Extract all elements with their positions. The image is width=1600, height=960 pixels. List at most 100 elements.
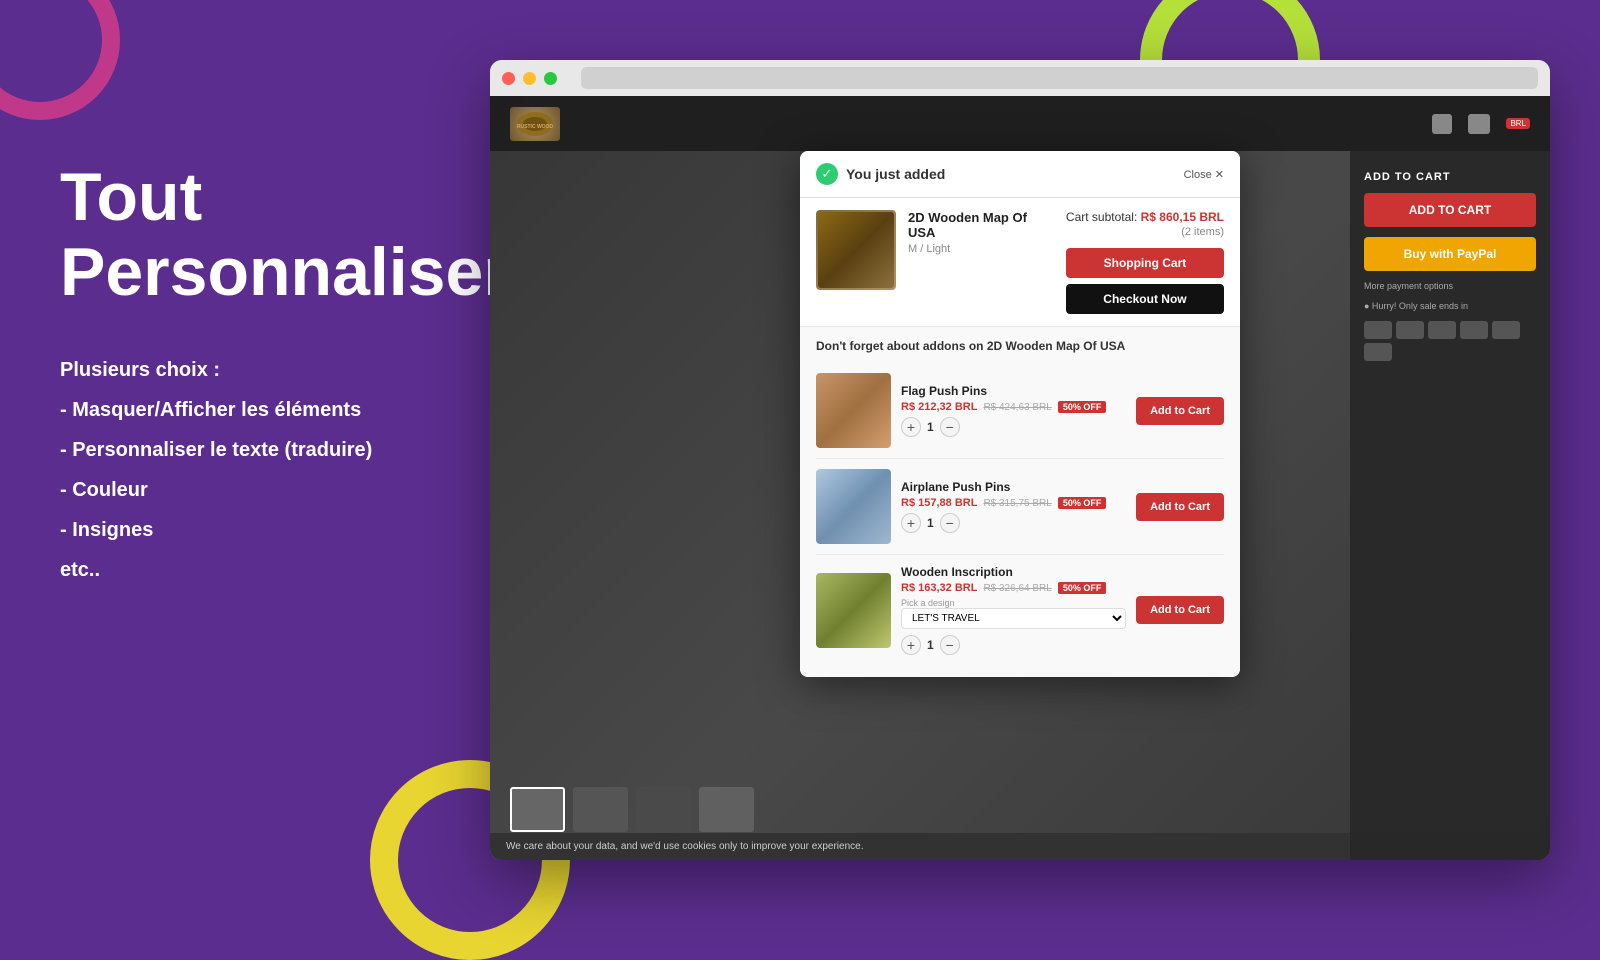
qty-num-1: 1 <box>927 420 934 434</box>
check-circle-icon: ✓ <box>816 163 838 185</box>
addon-image-1 <box>816 373 891 448</box>
search-icon[interactable] <box>1432 114 1452 134</box>
main-title: Tout Personnaliser <box>60 160 480 310</box>
payment-icon-paypal <box>1364 343 1392 361</box>
qty-num-3: 1 <box>927 638 934 652</box>
addon-price-old-1: R$ 424,63 BRL <box>983 402 1051 413</box>
feature-5: etc.. <box>60 550 480 590</box>
shop-nav-right: BRL <box>1432 114 1530 134</box>
addon-price-new-3: R$ 163,32 BRL <box>901 582 977 594</box>
feature-3: - Couleur <box>60 470 480 510</box>
popup-cart-actions: Cart subtotal: R$ 860,15 BRL (2 items) S… <box>1066 210 1224 314</box>
popup-addons: Don't forget about addons on 2D Wooden M… <box>800 327 1240 677</box>
addon-image-3 <box>816 573 891 648</box>
popup-subtotal-price: R$ 860,15 BRL <box>1141 210 1224 224</box>
thumbnail-3[interactable] <box>636 787 691 832</box>
left-panel: Tout Personnaliser Plusieurs choix : - M… <box>60 160 480 590</box>
addon-prices-1: R$ 212,32 BRL R$ 424,63 BRL 50% OFF <box>901 401 1126 413</box>
browser-titlebar <box>490 60 1550 96</box>
feature-4: - Insignes <box>60 510 480 550</box>
svg-text:RUSTIC WOOD: RUSTIC WOOD <box>517 124 553 130</box>
browser-dot-red[interactable] <box>502 72 515 85</box>
payment-icon-applepay <box>1460 321 1488 339</box>
payment-icon-mastercard <box>1428 321 1456 339</box>
add-to-cart-button[interactable]: ADD TO CART <box>1364 193 1536 227</box>
addon-info-1: Flag Push Pins R$ 212,32 BRL R$ 424,63 B… <box>901 384 1126 437</box>
addon-name-1: Flag Push Pins <box>901 384 1126 398</box>
shopping-cart-button[interactable]: Shopping Cart <box>1066 248 1224 278</box>
addon-price-new-1: R$ 212,32 BRL <box>901 401 977 413</box>
popup-items-count: (2 items) <box>1066 226 1224 238</box>
popup-added-badge: ✓ You just added <box>816 163 945 185</box>
addon-add-btn-2[interactable]: Add to Cart <box>1136 493 1224 521</box>
features-intro: Plusieurs choix : <box>60 350 480 390</box>
addon-image-2 <box>816 469 891 544</box>
checkout-now-button[interactable]: Checkout Now <box>1066 284 1224 314</box>
addon-select-label-3: Pick a design <box>901 598 1126 608</box>
addon-badge-3: 50% OFF <box>1058 582 1107 594</box>
addon-add-btn-1[interactable]: Add to Cart <box>1136 397 1224 425</box>
buy-with-paynow-button[interactable]: Buy with PayPal <box>1364 237 1536 271</box>
browser-dot-yellow[interactable] <box>523 72 536 85</box>
addon-info-2: Airplane Push Pins R$ 157,88 BRL R$ 315,… <box>901 480 1126 533</box>
payment-icon-visa <box>1492 321 1520 339</box>
addon-item-2: Airplane Push Pins R$ 157,88 BRL R$ 315,… <box>816 459 1224 555</box>
popup-product-variant: M / Light <box>908 243 1054 255</box>
payment-icon-discover <box>1364 321 1392 339</box>
addon-price-new-2: R$ 157,88 BRL <box>901 497 977 509</box>
addon-info-3: Wooden Inscription R$ 163,32 BRL R$ 326,… <box>901 565 1126 655</box>
shop-topbar: RUSTIC WOOD BRL <box>490 96 1550 151</box>
addon-select-wrap-3: Pick a design LET'S TRAVEL <box>901 598 1126 629</box>
qty-minus-1[interactable]: + <box>901 417 921 437</box>
cookie-text: We care about your data, and we'd use co… <box>506 841 863 852</box>
thumbnail-1[interactable] <box>510 787 565 832</box>
thumbnail-strip <box>510 787 754 832</box>
qty-plus-1[interactable]: − <box>940 417 960 437</box>
popup-addons-title: Don't forget about addons on 2D Wooden M… <box>816 339 1224 353</box>
cart-badge: BRL <box>1506 118 1530 129</box>
popup-product-image <box>816 210 896 290</box>
popup-close-button[interactable]: Close ✕ <box>1184 168 1224 181</box>
qty-minus-2[interactable]: + <box>901 513 921 533</box>
browser-window: RUSTIC WOOD BRL ADD TO CART ADD TO CART … <box>490 60 1550 860</box>
popup-modal: ✓ You just added Close ✕ 2D Wooden Map O… <box>800 151 1240 677</box>
features-list: Plusieurs choix : - Masquer/Afficher les… <box>60 350 480 590</box>
browser-dot-green[interactable] <box>544 72 557 85</box>
popup-header: ✓ You just added Close ✕ <box>800 151 1240 198</box>
browser-content: RUSTIC WOOD BRL ADD TO CART ADD TO CART … <box>490 96 1550 860</box>
add-to-cart-label: ADD TO CART <box>1364 171 1536 183</box>
feature-2: - Personnaliser le texte (traduire) <box>60 430 480 470</box>
addon-name-2: Airplane Push Pins <box>901 480 1126 494</box>
popup-cart-summary: 2D Wooden Map Of USA M / Light Cart subt… <box>800 198 1240 327</box>
addon-badge-2: 50% OFF <box>1058 497 1107 509</box>
payment-icon-gpay <box>1396 321 1424 339</box>
addon-price-old-2: R$ 315,75 BRL <box>983 498 1051 509</box>
popup-product-info: 2D Wooden Map Of USA M / Light <box>908 210 1054 314</box>
addon-qty-2: + 1 − <box>901 513 1126 533</box>
sale-ends-label: ● Hurry! Only sale ends in <box>1364 301 1536 311</box>
shop-logo: RUSTIC WOOD <box>510 107 560 141</box>
decorative-circle-pink <box>0 0 120 120</box>
addon-qty-3: + 1 − <box>901 635 1126 655</box>
thumbnail-4[interactable] <box>699 787 754 832</box>
addon-select-3[interactable]: LET'S TRAVEL <box>901 608 1126 629</box>
addon-prices-3: R$ 163,32 BRL R$ 326,64 BRL 50% OFF <box>901 582 1126 594</box>
addon-add-btn-3[interactable]: Add to Cart <box>1136 596 1224 624</box>
addon-prices-2: R$ 157,88 BRL R$ 315,75 BRL 50% OFF <box>901 497 1126 509</box>
addon-price-old-3: R$ 326,64 BRL <box>983 583 1051 594</box>
thumbnail-2[interactable] <box>573 787 628 832</box>
feature-1: - Masquer/Afficher les éléments <box>60 390 480 430</box>
addon-item-3: Wooden Inscription R$ 163,32 BRL R$ 326,… <box>816 555 1224 665</box>
qty-minus-3[interactable]: + <box>901 635 921 655</box>
qty-plus-3[interactable]: − <box>940 635 960 655</box>
addon-badge-1: 50% OFF <box>1058 401 1107 413</box>
addon-name-3: Wooden Inscription <box>901 565 1126 579</box>
addon-item-1: Flag Push Pins R$ 212,32 BRL R$ 424,63 B… <box>816 363 1224 459</box>
browser-address-bar[interactable] <box>581 67 1538 89</box>
qty-plus-2[interactable]: − <box>940 513 960 533</box>
qty-num-2: 1 <box>927 516 934 530</box>
popup-product-name: 2D Wooden Map Of USA <box>908 210 1054 240</box>
popup-added-text: You just added <box>846 166 945 182</box>
popup-subtotal: Cart subtotal: R$ 860,15 BRL <box>1066 210 1224 224</box>
cart-icon[interactable] <box>1468 114 1490 134</box>
